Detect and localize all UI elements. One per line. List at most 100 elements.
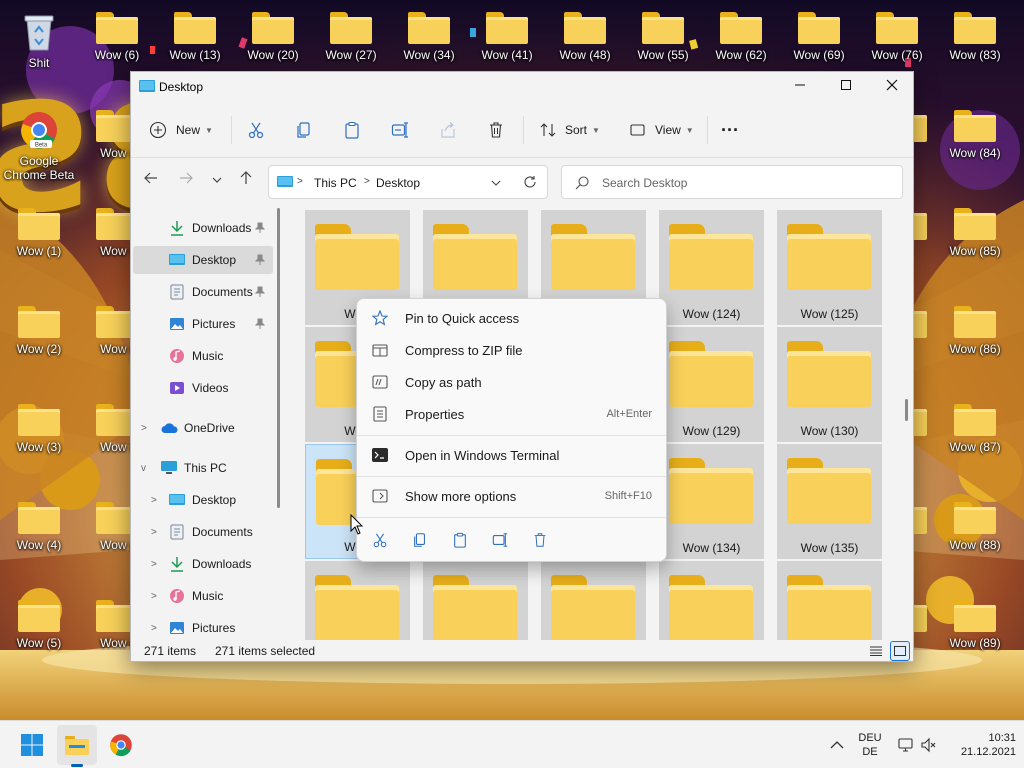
minimize-button[interactable]: [777, 72, 823, 102]
desktop-folder[interactable]: Wow (4): [1, 492, 77, 568]
collapse-chevron-icon[interactable]: v: [141, 463, 155, 474]
context-delete-button[interactable]: [530, 530, 550, 550]
desktop-folder[interactable]: Wow (34): [391, 2, 467, 78]
desktop-folder[interactable]: Wow (6): [79, 2, 155, 78]
expand-chevron-icon[interactable]: >: [151, 527, 165, 538]
context-rename-button[interactable]: [490, 530, 510, 550]
desktop-folder[interactable]: Wow (89): [937, 590, 1013, 666]
context-copy-button[interactable]: [410, 530, 430, 550]
desktop-folder[interactable]: Wow (3): [1, 394, 77, 470]
file-tile[interactable]: [659, 561, 764, 640]
desktop-folder[interactable]: Wow (5): [1, 590, 77, 666]
desktop-folder[interactable]: Wow (76): [859, 2, 935, 78]
taskbar-file-explorer-button[interactable]: [57, 725, 97, 765]
expand-chevron-icon[interactable]: >: [151, 495, 165, 506]
desktop-folder[interactable]: Wow (55): [625, 2, 701, 78]
nav-item-this-pc[interactable]: v This PC: [133, 454, 273, 482]
menu-item-show-more-options[interactable]: Show more options Shift+F10: [361, 481, 662, 511]
up-button[interactable]: [236, 171, 256, 191]
desktop-folder[interactable]: Wow (84): [937, 100, 1013, 176]
file-tile[interactable]: Wow (130): [777, 327, 882, 442]
nav-item-this-pc-downloads[interactable]: > Downloads: [133, 550, 273, 578]
nav-item-onedrive[interactable]: > OneDrive: [133, 414, 273, 442]
start-button[interactable]: [12, 725, 52, 765]
desktop-icon-chrome-beta[interactable]: Beta Google Chrome Beta: [1, 100, 77, 190]
file-tile[interactable]: Wow (135): [777, 444, 882, 559]
nav-item-this-pc-desktop[interactable]: > Desktop: [133, 486, 273, 514]
rename-button[interactable]: [391, 114, 409, 146]
details-view-button[interactable]: [867, 642, 885, 660]
language-indicator[interactable]: DEU DE: [852, 731, 888, 759]
tiles-view-button[interactable]: [890, 641, 910, 661]
context-cut-button[interactable]: [370, 530, 390, 550]
nav-item-desktop[interactable]: Desktop: [133, 246, 273, 274]
desktop-folder[interactable]: Wow (13): [157, 2, 233, 78]
file-tile[interactable]: [541, 561, 646, 640]
delete-button[interactable]: [487, 114, 505, 146]
menu-item-properties[interactable]: Properties Alt+Enter: [361, 399, 662, 429]
nav-item-this-pc-music[interactable]: > Music: [133, 582, 273, 610]
search-box[interactable]: Search Desktop: [561, 165, 903, 199]
context-paste-button[interactable]: [450, 530, 470, 550]
file-tile[interactable]: [777, 561, 882, 640]
file-tile[interactable]: [305, 561, 410, 640]
navigation-scrollbar[interactable]: [277, 208, 280, 508]
desktop-folder[interactable]: Wow (20): [235, 2, 311, 78]
desktop-folder[interactable]: Wow (41): [469, 2, 545, 78]
desktop-folder[interactable]: Wow (62): [703, 2, 779, 78]
desktop-folder[interactable]: Wow (2): [1, 296, 77, 372]
desktop-folder[interactable]: Wow (1): [1, 198, 77, 274]
refresh-icon[interactable]: [523, 175, 537, 189]
recent-locations-button[interactable]: [207, 171, 227, 191]
share-button[interactable]: [439, 114, 457, 146]
forward-button[interactable]: [176, 171, 196, 191]
menu-item-pin-quick-access[interactable]: Pin to Quick access: [361, 303, 662, 333]
new-button[interactable]: New ▼: [149, 114, 213, 146]
paste-button[interactable]: [343, 114, 361, 146]
nav-item-this-pc-documents[interactable]: > Documents: [133, 518, 273, 546]
nav-item-downloads[interactable]: Downloads: [133, 214, 273, 242]
expand-chevron-icon[interactable]: >: [141, 423, 155, 434]
file-tile[interactable]: Wow (125): [777, 210, 882, 325]
taskbar-chrome-beta-button[interactable]: [101, 725, 141, 765]
file-tile[interactable]: [423, 561, 528, 640]
nav-item-videos[interactable]: Videos: [133, 374, 273, 402]
view-button[interactable]: View ▼: [629, 114, 694, 146]
desktop-icon-recycle-bin[interactable]: Shit: [1, 2, 77, 78]
file-tile[interactable]: Wow (129): [659, 327, 764, 442]
expand-chevron-icon[interactable]: >: [151, 559, 165, 570]
nav-item-music[interactable]: Music: [133, 342, 273, 370]
copy-button[interactable]: [295, 114, 313, 146]
cut-button[interactable]: [247, 114, 265, 146]
tray-overflow-button[interactable]: [817, 725, 857, 765]
file-tile[interactable]: Wow (124): [659, 210, 764, 325]
desktop-folder[interactable]: Wow (27): [313, 2, 389, 78]
network-volume-button[interactable]: [892, 725, 942, 765]
desktop-folder[interactable]: Wow (86): [937, 296, 1013, 372]
desktop-folder[interactable]: Wow (85): [937, 198, 1013, 274]
address-dropdown-icon[interactable]: [491, 178, 501, 188]
back-button[interactable]: [141, 171, 161, 191]
menu-item-compress-zip[interactable]: Compress to ZIP file: [361, 335, 662, 365]
maximize-button[interactable]: [823, 72, 869, 102]
nav-item-documents[interactable]: Documents: [133, 278, 273, 306]
clock[interactable]: 10:31 21.12.2021: [950, 731, 1016, 759]
nav-item-this-pc-pictures[interactable]: > Pictures: [133, 614, 273, 640]
expand-chevron-icon[interactable]: >: [151, 623, 165, 634]
desktop-folder[interactable]: Wow (48): [547, 2, 623, 78]
sort-button[interactable]: Sort ▼: [539, 114, 600, 146]
desktop-folder[interactable]: Wow (69): [781, 2, 857, 78]
nav-item-pictures[interactable]: Pictures: [133, 310, 273, 338]
menu-item-copy-as-path[interactable]: Copy as path: [361, 367, 662, 397]
more-options-button[interactable]: ···: [721, 114, 739, 146]
desktop-folder[interactable]: Wow (88): [937, 492, 1013, 568]
address-bar[interactable]: > This PC > Desktop: [268, 165, 548, 199]
expand-chevron-icon[interactable]: >: [151, 591, 165, 602]
desktop-folder[interactable]: Wow (83): [937, 2, 1013, 78]
file-tile[interactable]: Wow (134): [659, 444, 764, 559]
breadcrumb-desktop[interactable]: Desktop: [376, 176, 420, 190]
content-scrollbar[interactable]: [905, 399, 908, 421]
menu-item-open-terminal[interactable]: Open in Windows Terminal: [361, 440, 662, 470]
close-button[interactable]: [869, 72, 915, 102]
title-bar[interactable]: Desktop: [131, 72, 913, 102]
